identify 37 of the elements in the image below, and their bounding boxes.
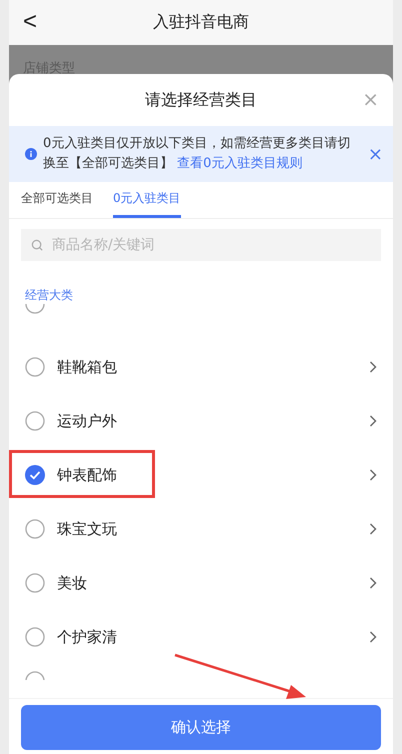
category-tab[interactable]: 全部可选类目 bbox=[21, 182, 93, 218]
category-name: 美妆 bbox=[57, 574, 88, 592]
category-row[interactable]: 个护家清 bbox=[9, 610, 393, 664]
chevron-icon bbox=[369, 631, 377, 643]
notice-text: 0元入驻类目仅开放以下类目，如需经营更多类目请切换至【全部可选类目】 查看0元入驻类目规则 bbox=[43, 135, 352, 173]
chevron-icon bbox=[369, 577, 377, 589]
section-label: 经营大类 bbox=[24, 287, 74, 304]
search-icon bbox=[31, 239, 44, 252]
radio-button[interactable] bbox=[25, 357, 45, 377]
radio-button[interactable] bbox=[25, 519, 45, 539]
category-name: 鞋靴箱包 bbox=[57, 358, 118, 376]
confirm-button[interactable]: 确认选择 bbox=[21, 705, 381, 750]
category-name: 珠宝文玩 bbox=[57, 520, 118, 538]
chevron-icon bbox=[369, 361, 377, 373]
radio-button[interactable] bbox=[25, 465, 45, 485]
rules-link[interactable]: 查看0元入驻类目规则 bbox=[177, 156, 302, 171]
chevron-icon bbox=[369, 415, 377, 427]
category-name: 个护家清 bbox=[57, 628, 118, 646]
category-name: 运动户外 bbox=[57, 412, 118, 430]
category-name: 钟表配饰 bbox=[57, 466, 118, 484]
category-tab[interactable]: 0元入驻类目 bbox=[113, 182, 181, 218]
info-icon bbox=[25, 148, 37, 160]
sheet-title: 请选择经营类目 bbox=[145, 90, 257, 110]
back-button[interactable]: < bbox=[23, 8, 38, 36]
close-button[interactable]: × bbox=[368, 144, 383, 164]
category-row[interactable]: 钟表配饰 bbox=[9, 448, 393, 502]
chevron-icon bbox=[369, 469, 377, 481]
radio-button[interactable] bbox=[25, 411, 45, 431]
page-title: 入驻抖音电商 bbox=[153, 12, 249, 33]
category-row[interactable]: 珠宝文玩 bbox=[9, 502, 393, 556]
chevron-icon bbox=[369, 523, 377, 535]
category-row[interactable]: 运动户外 bbox=[9, 394, 393, 448]
radio-button[interactable] bbox=[25, 573, 45, 593]
category-row[interactable]: 美妆 bbox=[9, 556, 393, 610]
search-field[interactable]: 商品名称/关键词 bbox=[21, 229, 381, 261]
radio-button[interactable] bbox=[25, 627, 45, 647]
category-row[interactable]: 鞋靴箱包 bbox=[9, 340, 393, 394]
